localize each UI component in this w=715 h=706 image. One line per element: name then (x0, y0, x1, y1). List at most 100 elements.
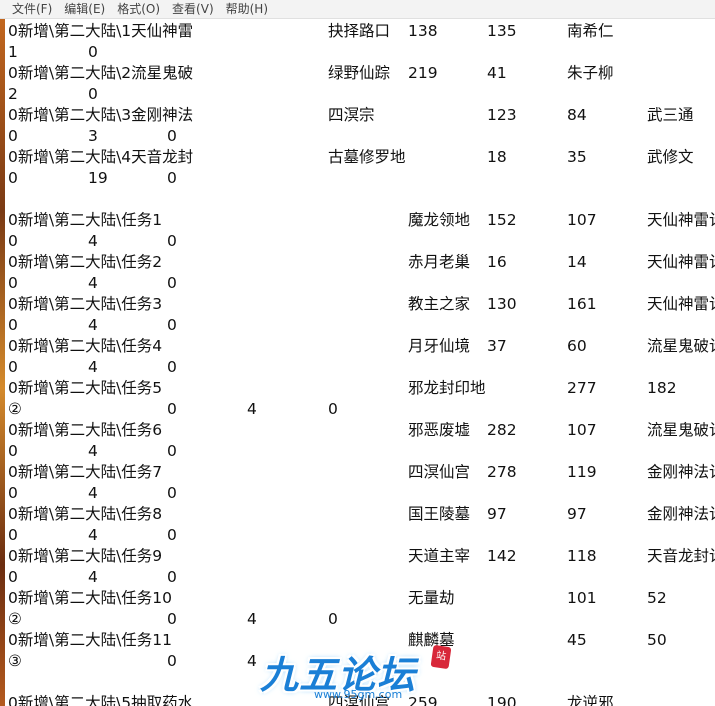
text-cell: 161 (567, 295, 597, 313)
menu-edit[interactable]: 编辑(E) (58, 0, 111, 18)
text-cell: 0 (167, 274, 177, 292)
text-cell: 4 (88, 568, 98, 586)
menu-help[interactable]: 帮助(H) (220, 0, 274, 18)
text-cell: 0 (167, 610, 177, 628)
text-line: 0新增\第二大陆\任务8 国王陵墓 97 97 金刚神法计 (0, 504, 715, 525)
text-cell: 抉择路口 (328, 22, 391, 40)
text-cell: 3 (88, 127, 98, 145)
text-cell: 绿野仙踪 (328, 64, 391, 82)
text-line: 0新增\第二大陆\任务10 无量劫 101 52 (0, 588, 715, 609)
text-cell: 0 (8, 484, 18, 502)
text-cell: 天仙神雷计 (647, 295, 715, 313)
text-line: ② 0 4 0 (0, 399, 715, 420)
text-editor-area[interactable]: 0新增\第二大陆\1天仙神雷 抉择路口 138 135 南希仁 1 0 0新增\第二大陆\2流… (0, 19, 715, 706)
text-cell: 古墓修罗地 (328, 148, 406, 166)
text-cell: 152 (487, 211, 517, 229)
text-cell: 97 (567, 505, 587, 523)
text-cell: 123 (487, 106, 517, 124)
text-cell: 101 (567, 589, 597, 607)
text-cell: 107 (567, 211, 597, 229)
text-cell: 0 (8, 442, 18, 460)
text-cell: 南希仁 (567, 22, 614, 40)
text-cell: 0 (167, 169, 177, 187)
text-cell: 52 (647, 589, 667, 607)
text-cell: 0 (328, 400, 338, 418)
text-cell: ② (8, 400, 22, 418)
text-line: 0 4 0 (0, 441, 715, 462)
text-line: 0 4 0 (0, 231, 715, 252)
text-cell: 四溟宗 (328, 106, 375, 124)
text-cell: 19 (88, 169, 108, 187)
text-cell: 0新增\第二大陆\任务7 (8, 463, 163, 481)
text-cell: 0新增\第二大陆\任务6 (8, 421, 163, 439)
text-cell: 14 (567, 253, 587, 271)
text-cell: 190 (487, 694, 517, 706)
text-cell: 4 (88, 484, 98, 502)
text-line: 0新增\第二大陆\4天音龙封 古墓修罗地 18 35 武修文 (0, 147, 715, 168)
menu-view[interactable]: 查看(V) (166, 0, 220, 18)
text-cell: 0新增\第二大陆\任务5 (8, 379, 163, 397)
text-line: 0 3 0 (0, 126, 715, 147)
text-cell: 流星鬼破计 (647, 337, 715, 355)
text-line: 0新增\第二大陆\2流星鬼破 绿野仙踪 219 41 朱子柳 (0, 63, 715, 84)
text-cell: 0 (8, 169, 18, 187)
text-cell: 97 (487, 505, 507, 523)
text-line: 0 4 0 (0, 567, 715, 588)
text-cell: 84 (567, 106, 587, 124)
text-line: ② 0 4 0 (0, 609, 715, 630)
text-cell: 0 (167, 526, 177, 544)
text-line: 0新增\第二大陆\1天仙神雷 抉择路口 138 135 南希仁 (0, 21, 715, 42)
text-cell: 135 (487, 22, 517, 40)
text-line: 0新增\第二大陆\3金刚神法 四溟宗 123 84 武三通 (0, 105, 715, 126)
text-cell: 107 (567, 421, 597, 439)
text-line: 0新增\第二大陆\任务7 四溟仙宫 278 119 金刚神法计 (0, 462, 715, 483)
text-cell: 0 (167, 316, 177, 334)
text-cell: 41 (487, 64, 507, 82)
menu-format[interactable]: 格式(O) (111, 0, 166, 18)
text-cell: 流星鬼破计 (647, 421, 715, 439)
text-cell: 0 (167, 568, 177, 586)
text-line: 0新增\第二大陆\任务1 魔龙领地 152 107 天仙神雷计 (0, 210, 715, 231)
text-cell: 16 (487, 253, 507, 271)
text-cell: 0新增\第二大陆\5抽取药水 (8, 694, 194, 706)
text-cell: 0 (167, 652, 177, 670)
text-cell: 4 (88, 274, 98, 292)
text-cell: 金刚神法计 (647, 505, 715, 523)
text-cell: 118 (567, 547, 597, 565)
text-cell: 国王陵墓 (408, 505, 471, 523)
text-line: 20 (0, 84, 715, 105)
text-cell: 4 (88, 358, 98, 376)
text-cell: 武三通 (647, 106, 694, 124)
text-cell: 天仙神雷计 (647, 211, 715, 229)
text-cell: 4 (88, 526, 98, 544)
text-cell: 0新增\第二大陆\任务11 (8, 631, 173, 649)
text-cell: 0 (167, 400, 177, 418)
menu-bar: 文件(F) 编辑(E) 格式(O) 查看(V) 帮助(H) (0, 0, 715, 19)
text-line: 0 4 0 (0, 357, 715, 378)
text-cell: 0 (8, 316, 18, 334)
text-cell: 邪恶废墟 (408, 421, 471, 439)
text-cell: 0 (328, 610, 338, 628)
text-cell: 天音龙封计 (647, 547, 715, 565)
text-cell: 0 (8, 358, 18, 376)
menu-file[interactable]: 文件(F) (6, 0, 58, 18)
text-cell: 219 (408, 64, 438, 82)
text-cell: 0 (8, 274, 18, 292)
text-cell: 4 (247, 400, 257, 418)
text-cell: 0 (88, 85, 98, 103)
text-line: 0新增\第二大陆\任务4 月牙仙境 37 60 流星鬼破计 (0, 336, 715, 357)
text-cell: 130 (487, 295, 517, 313)
text-cell: 2 (8, 85, 18, 103)
forum-watermark-logo: 九五论坛 站 www.95gm.com (252, 640, 452, 706)
text-cell: 朱子柳 (567, 64, 614, 82)
text-cell: 0 (88, 43, 98, 61)
text-cell: 119 (567, 463, 597, 481)
watermark-url: www.95gm.com (314, 688, 403, 701)
text-cell: 0 (167, 232, 177, 250)
text-cell: 0新增\第二大陆\3金刚神法 (8, 106, 194, 124)
text-cell: 4 (88, 442, 98, 460)
text-cell: 37 (487, 337, 507, 355)
text-line: 0 4 0 (0, 315, 715, 336)
text-line: 0新增\第二大陆\任务5 邪龙封印地 277 182 (0, 378, 715, 399)
text-cell: 0新增\第二大陆\任务10 (8, 589, 173, 607)
